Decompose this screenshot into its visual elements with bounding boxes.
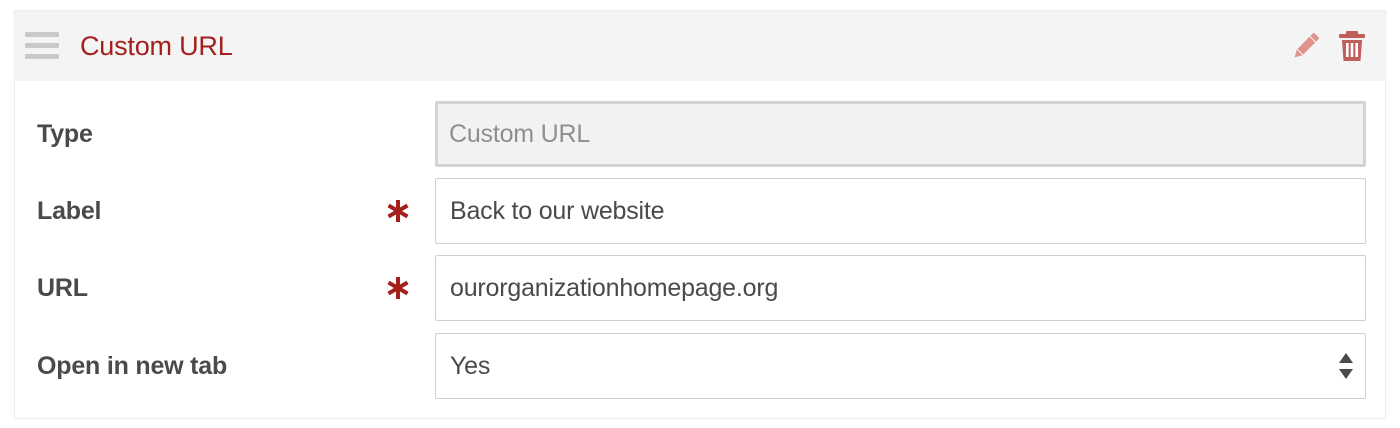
type-label: Type — [37, 119, 93, 148]
url-label: URL — [37, 273, 88, 302]
delete-button[interactable] — [1335, 29, 1369, 63]
pencil-icon — [1294, 32, 1320, 58]
label-label: Label — [37, 196, 102, 225]
label-field[interactable] — [435, 178, 1366, 244]
new-tab-label: Open in new tab — [37, 351, 228, 380]
url-field[interactable] — [435, 255, 1366, 321]
required-asterisk-icon — [385, 178, 411, 244]
select-arrows-icon — [1339, 353, 1353, 379]
panel-title: Custom URL — [80, 31, 233, 61]
trash-icon — [1339, 31, 1365, 61]
label-row: Label — [15, 178, 1385, 244]
url-row: URL — [15, 255, 1385, 321]
menu-item-panel: Custom URL Type Custom URL Label Back to… — [14, 10, 1386, 419]
new-tab-select-value: Yes — [435, 333, 1366, 399]
required-asterisk-icon — [385, 255, 411, 321]
type-row: Type — [15, 101, 1385, 167]
type-field — [435, 101, 1366, 167]
new-tab-row: Open in new tab Yes — [15, 333, 1385, 399]
edit-button[interactable] — [1289, 29, 1323, 63]
panel-header: Custom URL — [15, 11, 1385, 81]
drag-handle-icon[interactable] — [25, 32, 59, 60]
new-tab-select[interactable]: Yes — [435, 333, 1366, 399]
